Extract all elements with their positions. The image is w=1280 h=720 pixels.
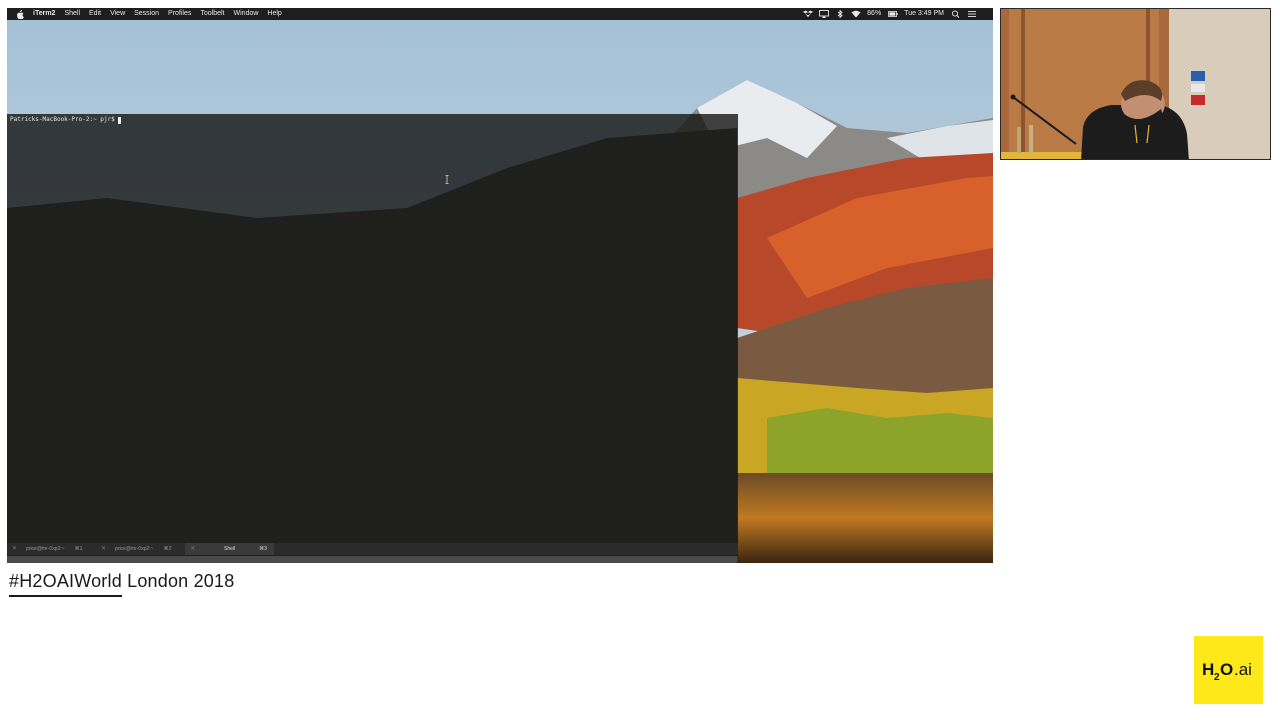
- menu-help[interactable]: Help: [267, 8, 281, 20]
- macos-menu-bar: iTerm2 Shell Edit View Session Profiles …: [7, 8, 993, 20]
- speaker-camera-feed: [1000, 8, 1271, 160]
- terminal-tab-2[interactable]: ✕ price@mr-0xp2:~ ⌘2: [96, 543, 185, 555]
- menu-bar-status-area: 86% Tue 3:49 PM: [803, 8, 983, 20]
- menu-view[interactable]: View: [110, 8, 125, 20]
- h2o-logo-icon: H 2 O .ai: [1202, 660, 1252, 683]
- battery-percent: 86%: [867, 10, 882, 17]
- terminal-cursor: [117, 116, 121, 124]
- tab-shortcut: ⌘1: [74, 546, 83, 552]
- terminal-window[interactable]: Patricks-MacBook-Pro-2:~ pjr$: [7, 114, 738, 556]
- svg-text:O: O: [1220, 660, 1233, 679]
- terminal-prompt-line[interactable]: Patricks-MacBook-Pro-2:~ pjr$: [10, 116, 121, 124]
- tab-close-icon[interactable]: ✕: [190, 543, 196, 555]
- tab-label: price@mr-0xp2:~: [115, 546, 154, 552]
- menu-window[interactable]: Window: [234, 8, 259, 20]
- tab-label: Shell: [224, 546, 236, 552]
- spotlight-search-icon[interactable]: [951, 10, 961, 18]
- tab-close-icon[interactable]: ✕: [12, 543, 18, 555]
- h2o-ai-logo: H 2 O .ai: [1194, 636, 1263, 704]
- event-hashtag: #H2OAIWorld: [9, 571, 122, 597]
- menu-toolbelt[interactable]: Toolbelt: [200, 8, 224, 20]
- text-cursor-ibeam-icon: [445, 175, 449, 184]
- dropbox-icon[interactable]: [803, 10, 814, 18]
- terminal-tab-3[interactable]: ✕ Shell ⌘3: [185, 543, 274, 555]
- menu-profiles[interactable]: Profiles: [168, 8, 191, 20]
- tab-shortcut: ⌘2: [163, 546, 172, 552]
- svg-text:.ai: .ai: [1234, 660, 1252, 679]
- terminal-tab-1[interactable]: ✕ price@mr-0xp2:~ ⌘1: [7, 543, 96, 555]
- event-location-year: London 2018: [121, 571, 235, 591]
- svg-text:H: H: [1202, 660, 1214, 679]
- tab-close-icon[interactable]: ✕: [101, 543, 107, 555]
- airplay-icon[interactable]: [819, 10, 830, 18]
- app-name-menu[interactable]: iTerm2: [33, 8, 55, 20]
- menu-edit[interactable]: Edit: [89, 8, 101, 20]
- wifi-icon[interactable]: [851, 10, 861, 18]
- menu-bar-clock[interactable]: Tue 3:49 PM: [904, 8, 944, 20]
- terminal-prompt: Patricks-MacBook-Pro-2:~ pjr$: [10, 116, 115, 123]
- tab-label: price@mr-0xp2:~: [26, 546, 65, 552]
- event-caption: #H2OAIWorld London 2018: [9, 571, 234, 597]
- tab-shortcut: ⌘3: [259, 546, 267, 552]
- screen-capture: iTerm2 Shell Edit View Session Profiles …: [7, 8, 993, 563]
- battery-icon[interactable]: [888, 10, 898, 18]
- menu-shell[interactable]: Shell: [64, 8, 80, 20]
- apple-icon[interactable]: [16, 8, 27, 20]
- terminal-tab-bar: ✕ price@mr-0xp2:~ ⌘1 ✕ price@mr-0xp2:~ ⌘…: [7, 543, 738, 555]
- bluetooth-icon[interactable]: [835, 10, 845, 18]
- menu-session[interactable]: Session: [134, 8, 159, 20]
- notification-center-icon[interactable]: [967, 10, 977, 18]
